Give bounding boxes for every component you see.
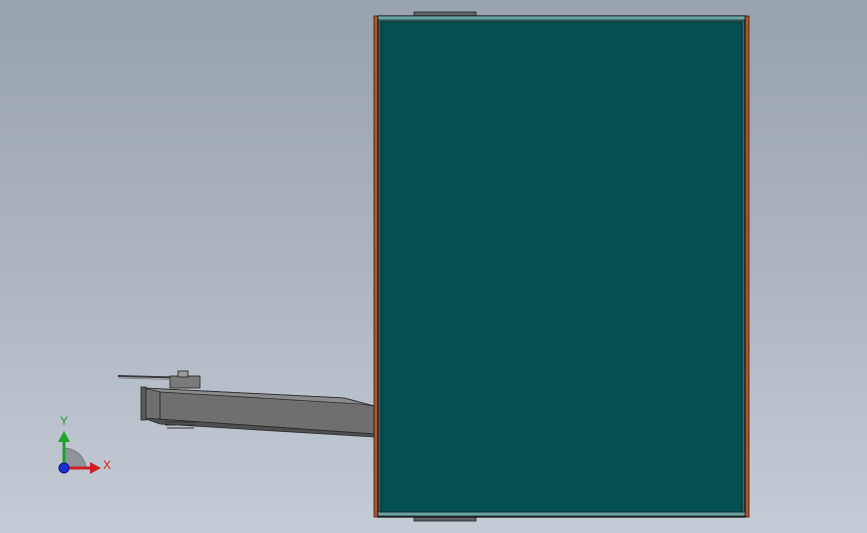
graphics-viewport[interactable]: Y X bbox=[0, 0, 867, 533]
panel-top-lip bbox=[377, 15, 746, 21]
z-axis-dot bbox=[58, 462, 70, 474]
arm-end-cap bbox=[140, 386, 147, 421]
panel-bottom-lip bbox=[377, 511, 746, 517]
y-axis-label: Y bbox=[60, 414, 69, 428]
handle-block bbox=[169, 375, 201, 389]
panel-face bbox=[380, 21, 743, 513]
coordinate-triad bbox=[58, 431, 101, 474]
x-axis-label: X bbox=[103, 458, 112, 472]
handle-knob bbox=[177, 370, 189, 378]
main-panel[interactable] bbox=[377, 15, 746, 518]
x-axis-arrow bbox=[90, 462, 101, 474]
mounting-arm[interactable] bbox=[117, 370, 375, 438]
model-scene[interactable] bbox=[0, 0, 867, 533]
y-axis-arrow bbox=[58, 431, 70, 442]
